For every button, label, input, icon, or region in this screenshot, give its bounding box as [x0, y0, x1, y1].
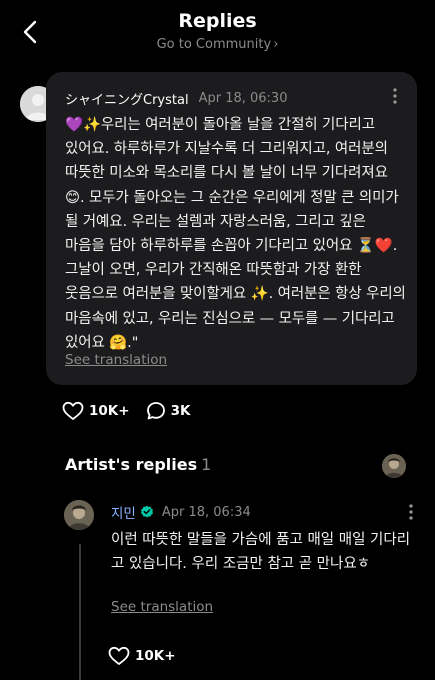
- artist-avatar-thumbnail[interactable]: [382, 454, 406, 478]
- header: Replies Go to Community ›: [0, 0, 435, 62]
- more-options-button[interactable]: [403, 502, 419, 522]
- reply-count: 3K: [170, 403, 191, 419]
- artist-photo-icon: [64, 500, 94, 530]
- artist-photo-icon: [382, 454, 406, 478]
- thread-line: [79, 544, 81, 680]
- more-options-button[interactable]: [387, 86, 403, 106]
- artist-replies-heading: Artist's replies 1: [65, 455, 211, 474]
- like-count: 10K+: [135, 648, 176, 664]
- comment-body: 💜✨우리는 여러분이 돌아올 날을 간절히 기다리고 있어요. 하루하루가 지날…: [65, 117, 406, 351]
- like-count: 10K+: [89, 403, 130, 419]
- page-title: Replies: [178, 10, 257, 32]
- artist-replies-count: 1: [201, 455, 212, 474]
- go-to-community-label: Go to Community: [156, 37, 272, 52]
- comment-meta: シャイニングCrystal Apr 18, 06:30: [65, 88, 405, 108]
- heart-outline-icon: [108, 646, 130, 665]
- artist-replies-title: Artist's replies: [65, 455, 198, 474]
- replies-screen: Replies Go to Community › シャイニングCrystal A…: [0, 0, 435, 680]
- artist-reply-meta: 지민 Apr 18, 06:34: [111, 502, 251, 523]
- fan-comment-card: シャイニングCrystal Apr 18, 06:30 💜✨우리는 여러분이 돌…: [46, 72, 417, 385]
- comment-author[interactable]: シャイニングCrystal: [65, 89, 189, 108]
- verified-badge-icon: [140, 505, 154, 519]
- reply-button[interactable]: 3K: [146, 401, 191, 421]
- reply-timestamp: Apr 18, 06:34: [161, 504, 251, 520]
- avatar[interactable]: [64, 500, 94, 530]
- see-translation-link[interactable]: See translation: [111, 599, 213, 615]
- go-to-community-link[interactable]: Go to Community ›: [0, 37, 435, 52]
- speech-bubble-icon: [146, 402, 165, 420]
- more-vertical-icon: [393, 88, 397, 104]
- reply-body: 이런 따뜻한 말들을 가슴에 품고 매일 매일 기다리고 있습니다. 우리 조금…: [111, 532, 411, 572]
- comment-timestamp: Apr 18, 06:30: [198, 90, 288, 106]
- artist-name[interactable]: 지민: [111, 502, 136, 522]
- comment-reactions: 10K+ 3K: [62, 399, 206, 423]
- heart-outline-icon: [62, 401, 84, 420]
- see-translation-link[interactable]: See translation: [65, 352, 167, 368]
- more-vertical-icon: [409, 504, 413, 520]
- like-button[interactable]: 10K+: [62, 401, 130, 421]
- like-button[interactable]: 10K+: [108, 646, 176, 666]
- chevron-right-icon: ›: [273, 37, 279, 52]
